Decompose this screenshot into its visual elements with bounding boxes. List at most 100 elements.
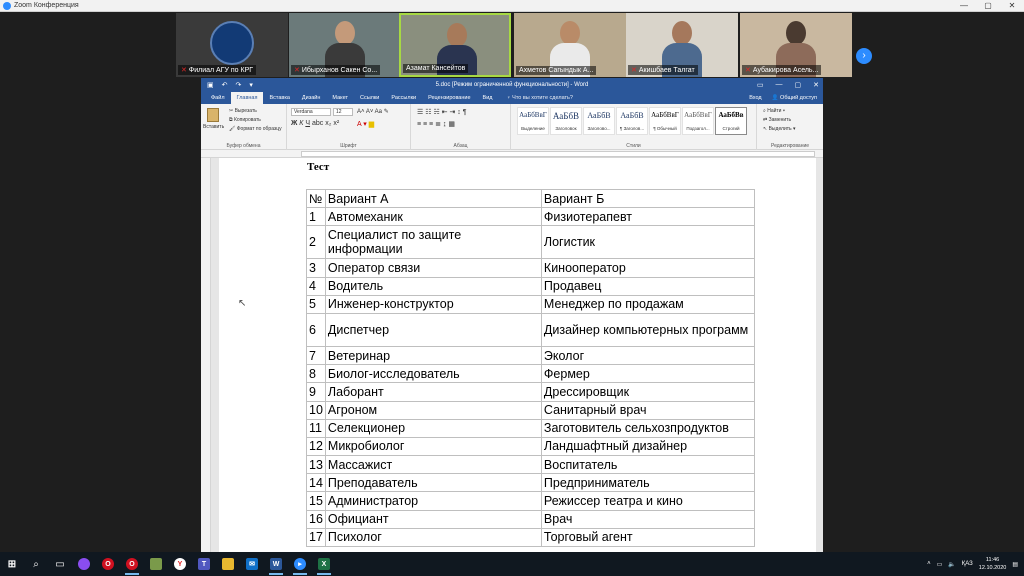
horizontal-ruler[interactable] <box>201 150 823 158</box>
share-button[interactable]: 👤 Общий доступ <box>772 95 817 101</box>
variant-b: Эколог <box>540 345 755 366</box>
row-number: 17 <box>306 527 326 548</box>
next-page-button[interactable]: › <box>856 48 872 64</box>
participant-tile[interactable]: ✕ Ибырханов Сакен Со... <box>289 13 401 77</box>
tab-home[interactable]: Главная <box>230 92 264 104</box>
tab-insert[interactable]: Вставка <box>263 92 295 104</box>
table-row: 2 Специалист по защите информации Логистик <box>306 225 755 260</box>
tell-me-input[interactable]: ♀ Что вы хотите сделать? <box>507 95 573 101</box>
style-normal[interactable]: АаБбВвГ ¶ Обычный <box>649 107 681 135</box>
row-number: 14 <box>306 473 326 493</box>
minimize-icon[interactable]: — <box>952 0 976 12</box>
font-group-label: Шрифт <box>340 143 357 149</box>
style-heading-2[interactable]: АаБбВ ¶ Заголов... <box>616 107 648 135</box>
close-icon[interactable]: ✕ <box>813 81 819 89</box>
font-grow-shrink[interactable]: A˄ A˅ Aa ✎ <box>357 108 389 115</box>
font-name-select[interactable]: Verdana <box>291 108 331 116</box>
mouse-pointer-icon: ↖ <box>238 298 247 309</box>
format-painter-button[interactable]: 🖌 Формат по образцу <box>229 126 282 132</box>
editing-group: ⌕ Найти ▾ ⇄ Заменить ↖ Выделить ▾ Редакт… <box>757 104 823 150</box>
test-table[interactable]: № Вариант А Вариант Б 1 Автомеханик Физиот… <box>306 188 755 548</box>
table-row: 1 Автомеханик Физиотерапевт <box>306 207 755 227</box>
paste-button[interactable]: Вставить <box>203 124 224 130</box>
list-buttons[interactable]: ☰ ☷ ☵ ⇤ ⇥ ↕ ¶ <box>417 108 467 116</box>
yandex-browser-icon[interactable]: Y <box>168 552 192 576</box>
styles-group-label: Стили <box>626 143 641 149</box>
participant-tile[interactable]: ✕ Акишбаев Талгат <box>626 13 738 77</box>
signin-link[interactable]: Вход <box>749 95 761 101</box>
mail-icon[interactable]: ✉ <box>240 552 264 576</box>
tab-layout[interactable]: Макет <box>326 92 354 104</box>
table-row: 4 Водитель Продавец <box>306 276 755 296</box>
font-format-buttons[interactable]: Ж К Ч abc x₂ x² <box>291 120 339 127</box>
volume-icon[interactable]: 🔈 <box>948 561 955 568</box>
style-title[interactable]: АаБбВ Заголовок <box>550 107 582 135</box>
row-number: 8 <box>306 364 326 384</box>
table-row: 10 Агроном Санитарный врач <box>306 400 755 420</box>
alice-icon[interactable] <box>72 552 96 576</box>
app-icon[interactable] <box>144 552 168 576</box>
variant-a: Селекционер <box>324 418 542 438</box>
variant-b: Ландшафтный дизайнер <box>540 436 755 457</box>
tab-file[interactable]: Файл <box>205 92 231 104</box>
style-strong[interactable]: АаБбВв Строгий <box>715 107 747 135</box>
participant-tile[interactable]: ✕ Аубакирова Асель... <box>740 13 852 77</box>
vertical-ruler[interactable] <box>201 158 211 552</box>
style-heading-1[interactable]: АаБбВ Заголово... <box>583 107 615 135</box>
row-number: 10 <box>306 400 326 420</box>
tab-review[interactable]: Рецензирование <box>422 92 476 104</box>
teams-icon[interactable]: T <box>192 552 216 576</box>
minimize-icon[interactable]: — <box>776 81 783 89</box>
maximize-icon[interactable]: ▢ <box>795 81 802 89</box>
variant-b: Санитарный врач <box>540 400 755 420</box>
notifications-icon[interactable]: ▤ <box>1012 561 1018 568</box>
opera-browser-icon[interactable]: O <box>120 552 144 576</box>
ribbon-display-icon[interactable]: ▭ <box>757 81 764 89</box>
excel-icon[interactable]: X <box>312 552 336 576</box>
table-row: 6 Диспетчер Дизайнер компьютерных программ <box>306 312 755 347</box>
word-icon[interactable]: W <box>264 552 288 576</box>
variant-a: Диспетчер <box>324 312 542 347</box>
close-icon[interactable]: ✕ <box>1000 0 1024 12</box>
document-title: 5.doc [Режим ограниченной функциональнос… <box>435 82 589 88</box>
document-page[interactable]: Тест № Вариант А Вариант Б 1 Автомеханик Ф… <box>219 158 816 552</box>
start-button[interactable]: ⊞ <box>0 552 24 576</box>
select-button[interactable]: ↖ Выделить ▾ <box>763 126 796 132</box>
participant-tile[interactable]: ✕ Филиал АГУ по КРГ <box>176 13 288 77</box>
row-number: 9 <box>306 382 326 402</box>
font-color-button[interactable]: A ▾ ▆ <box>357 120 374 128</box>
variant-b: Дизайнер компьютерных программ <box>540 312 755 347</box>
tab-references[interactable]: Ссылки <box>354 92 385 104</box>
search-icon[interactable]: ⌕ <box>24 552 48 576</box>
participant-name: Азамат Кансейтов <box>403 64 469 73</box>
editing-group-label: Редактирование <box>770 143 810 149</box>
zoom-icon[interactable]: ▸ <box>288 552 312 576</box>
tab-view[interactable]: Вид <box>477 92 499 104</box>
find-button[interactable]: ⌕ Найти ▾ <box>763 108 785 114</box>
tab-design[interactable]: Дизайн <box>296 92 327 104</box>
replace-button[interactable]: ⇄ Заменить <box>763 117 791 123</box>
variant-a: Водитель <box>324 276 542 296</box>
clock[interactable]: 11:46 12.10.2020 <box>979 556 1007 572</box>
opera-icon[interactable]: O <box>96 552 120 576</box>
network-icon[interactable]: ▭ <box>937 561 943 568</box>
file-explorer-icon[interactable] <box>216 552 240 576</box>
participant-tile[interactable]: Ахметов Сагындык А... <box>514 13 626 77</box>
participant-tile-active[interactable]: Азамат Кансейтов <box>399 13 511 77</box>
maximize-icon[interactable]: ▢ <box>976 0 1000 12</box>
copy-button[interactable]: ⧉ Копировать <box>229 117 261 123</box>
input-language[interactable]: ҚАЗ <box>962 561 973 567</box>
task-view-icon[interactable]: ▭ <box>48 552 72 576</box>
chevron-up-icon[interactable]: ˄ <box>927 561 931 567</box>
paste-icon[interactable] <box>207 108 219 122</box>
video-strip: ✕ Филиал АГУ по КРГ ✕ Ибырханов Сакен Со..… <box>0 12 1024 78</box>
cut-button[interactable]: ✂ Вырезать <box>229 108 257 114</box>
style-emphasis[interactable]: АаБбВвГ Выделение <box>517 107 549 135</box>
system-tray: ˄ ▭ 🔈 ҚАЗ 11:46 12.10.2020 ▤ <box>927 552 1018 576</box>
style-subtitle[interactable]: АаБбВвГ Подзагол... <box>682 107 714 135</box>
align-buttons[interactable]: ≡ ≡ ≡ ≣ ↨ ▦ <box>417 120 455 128</box>
word-window-controls: ▭ — ▢ ✕ <box>757 81 819 89</box>
clipboard-group: Вставить ✂ Вырезать ⧉ Копировать 🖌 Форма… <box>201 104 287 150</box>
font-size-select[interactable]: 12 <box>333 108 353 116</box>
tab-mailings[interactable]: Рассылки <box>385 92 422 104</box>
